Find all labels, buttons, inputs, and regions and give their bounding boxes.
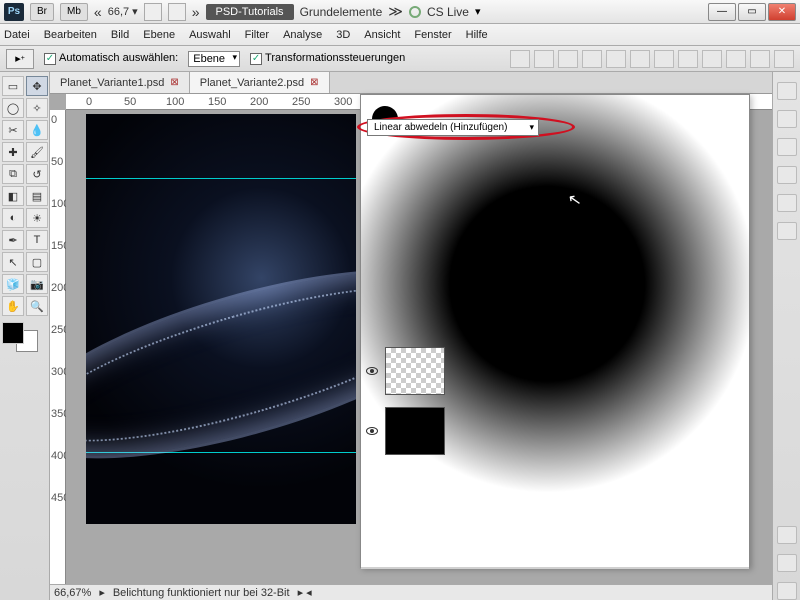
view-icon[interactable] <box>144 3 162 21</box>
menu-ebene[interactable]: Ebene <box>143 29 175 41</box>
history-tool[interactable]: ↺ <box>26 164 48 184</box>
toolbox: ▭✥ ◯✧ ✂💧 ✚🖌 ⧉↺ ◧▤ ◐☀ ✒T ↖▢ 🧊📷 ✋🔍 <box>0 72 50 600</box>
ruler-vertical: 050100150200250300350400450 <box>50 110 66 584</box>
ps-logo: Ps <box>4 3 24 21</box>
align-icon[interactable] <box>510 50 530 68</box>
eraser-tool[interactable]: ◧ <box>2 186 24 206</box>
dock-swatches-icon[interactable] <box>777 110 797 128</box>
menu-3d[interactable]: 3D <box>336 29 350 41</box>
shape-tool[interactable]: ▢ <box>26 252 48 272</box>
distribute-icon[interactable] <box>702 50 722 68</box>
cslive-label[interactable]: CS Live <box>427 5 469 19</box>
cslive-icon[interactable] <box>409 6 421 18</box>
3d-tool[interactable]: 🧊 <box>2 274 24 294</box>
auto-select-check[interactable]: ✓Automatisch auswählen: <box>44 52 178 65</box>
workspace-basics[interactable]: Grundelemente <box>300 5 383 19</box>
distribute-icon[interactable] <box>678 50 698 68</box>
layers-list: Sternenstraße ▸ ⛓ Planet ⛓ Lila Farbe ⛓ … <box>361 161 749 549</box>
align-icon[interactable] <box>558 50 578 68</box>
eyedropper-tool[interactable]: 💧 <box>26 120 48 140</box>
align-icon[interactable] <box>630 50 650 68</box>
blur-tool[interactable]: ◐ <box>2 208 24 228</box>
title-bar: Ps Br Mb « 66,7 ▾ » PSD-Tutorials Grunde… <box>0 0 800 24</box>
camera-tool[interactable]: 📷 <box>26 274 48 294</box>
transform-check[interactable]: ✓Transformationssteuerungen <box>250 52 405 65</box>
menu-bar: Datei Bearbeiten Bild Ebene Auswahl Filt… <box>0 24 800 46</box>
guide-line[interactable] <box>86 178 356 179</box>
align-icon[interactable] <box>534 50 554 68</box>
dropdown-icon[interactable]: ▾ <box>475 5 481 18</box>
brush-tool[interactable]: 🖌 <box>26 142 48 162</box>
type-tool[interactable]: T <box>26 230 48 250</box>
move-tool-icon[interactable]: ▸+ <box>6 49 34 69</box>
blend-mode-select[interactable]: Linear abwedeln (Hinzufügen) <box>367 119 539 136</box>
options-bar: ▸+ ✓Automatisch auswählen: Ebene ✓Transf… <box>0 46 800 72</box>
close-tab-icon[interactable]: ⊠ <box>310 77 318 88</box>
dock-color-icon[interactable] <box>777 82 797 100</box>
bridge-chip[interactable]: Br <box>30 3 54 21</box>
hand-tool[interactable]: ✋ <box>2 296 24 316</box>
layer-row[interactable]: ⛓ Lila Farbe <box>361 281 749 341</box>
dodge-tool[interactable]: ☀ <box>26 208 48 228</box>
status-zoom[interactable]: 66,67% <box>54 587 91 599</box>
path-tool[interactable]: ↖ <box>2 252 24 272</box>
right-dock <box>772 72 800 600</box>
dock-history-icon[interactable] <box>777 554 797 572</box>
dock-char-icon[interactable] <box>777 194 797 212</box>
zoom-tool[interactable]: 🔍 <box>26 296 48 316</box>
align-icon[interactable] <box>582 50 602 68</box>
distribute-icon[interactable] <box>750 50 770 68</box>
close-button[interactable]: ✕ <box>768 3 796 21</box>
dock-actions-icon[interactable] <box>777 582 797 600</box>
menu-auswahl[interactable]: Auswahl <box>189 29 231 41</box>
lasso-tool[interactable]: ◯ <box>2 98 24 118</box>
dock-adjust-icon[interactable] <box>777 138 797 156</box>
more-icon[interactable]: ≫ <box>388 3 403 20</box>
layer-thumb[interactable] <box>385 407 445 455</box>
stamp-tool[interactable]: ⧉ <box>2 164 24 184</box>
pen-tool[interactable]: ✒ <box>2 230 24 250</box>
menu-hilfe[interactable]: Hilfe <box>466 29 488 41</box>
distribute-icon[interactable] <box>726 50 746 68</box>
doc-tab-1[interactable]: Planet_Variante1.psd⊠ <box>50 72 190 93</box>
auto-select-scope[interactable]: Ebene <box>188 51 240 67</box>
minibridge-chip[interactable]: Mb <box>60 3 88 21</box>
menu-fenster[interactable]: Fenster <box>414 29 451 41</box>
crop-tool[interactable]: ✂ <box>2 120 24 140</box>
dock-para-icon[interactable] <box>777 222 797 240</box>
menu-analyse[interactable]: Analyse <box>283 29 322 41</box>
maximize-button[interactable]: ▭ <box>738 3 766 21</box>
workspace-tutorials[interactable]: PSD-Tutorials <box>206 4 294 20</box>
move-tool[interactable]: ✥ <box>26 76 48 96</box>
layer-mask[interactable] <box>467 287 515 335</box>
menu-bearbeiten[interactable]: Bearbeiten <box>44 29 97 41</box>
gradient-tool[interactable]: ▤ <box>26 186 48 206</box>
dock-layers-icon[interactable] <box>777 526 797 544</box>
chevron-right-icon[interactable]: » <box>192 4 200 20</box>
menu-filter[interactable]: Filter <box>245 29 269 41</box>
doc-tab-2[interactable]: Planet_Variante2.psd⊠ <box>190 72 330 93</box>
layer-thumb[interactable] <box>385 347 445 395</box>
close-tab-icon[interactable]: ⊠ <box>170 77 178 88</box>
distribute-icon[interactable] <box>774 50 794 68</box>
canvas[interactable] <box>86 114 356 524</box>
chevron-left-icon[interactable]: « <box>94 4 102 20</box>
zoom-level[interactable]: 66,7 ▾ <box>108 5 138 18</box>
minimize-button[interactable]: — <box>708 3 736 21</box>
menu-datei[interactable]: Datei <box>4 29 30 41</box>
status-message: Belichtung funktioniert nur bei 32-Bit <box>113 587 290 599</box>
dock-masks-icon[interactable] <box>777 166 797 184</box>
wand-tool[interactable]: ✧ <box>26 98 48 118</box>
align-icon[interactable] <box>606 50 626 68</box>
distribute-icon[interactable] <box>654 50 674 68</box>
status-bar: 66,67% ▸ Belichtung funktioniert nur bei… <box>50 584 772 600</box>
color-swatch[interactable] <box>2 322 42 352</box>
layers-panel: Ebenen Kanäle Pfade ▾≡ Linear abwedeln (… <box>360 94 750 568</box>
screen-mode-icon[interactable] <box>168 3 186 21</box>
heal-tool[interactable]: ✚ <box>2 142 24 162</box>
menu-ansicht[interactable]: Ansicht <box>364 29 400 41</box>
menu-bild[interactable]: Bild <box>111 29 129 41</box>
marquee-tool[interactable]: ▭ <box>2 76 24 96</box>
